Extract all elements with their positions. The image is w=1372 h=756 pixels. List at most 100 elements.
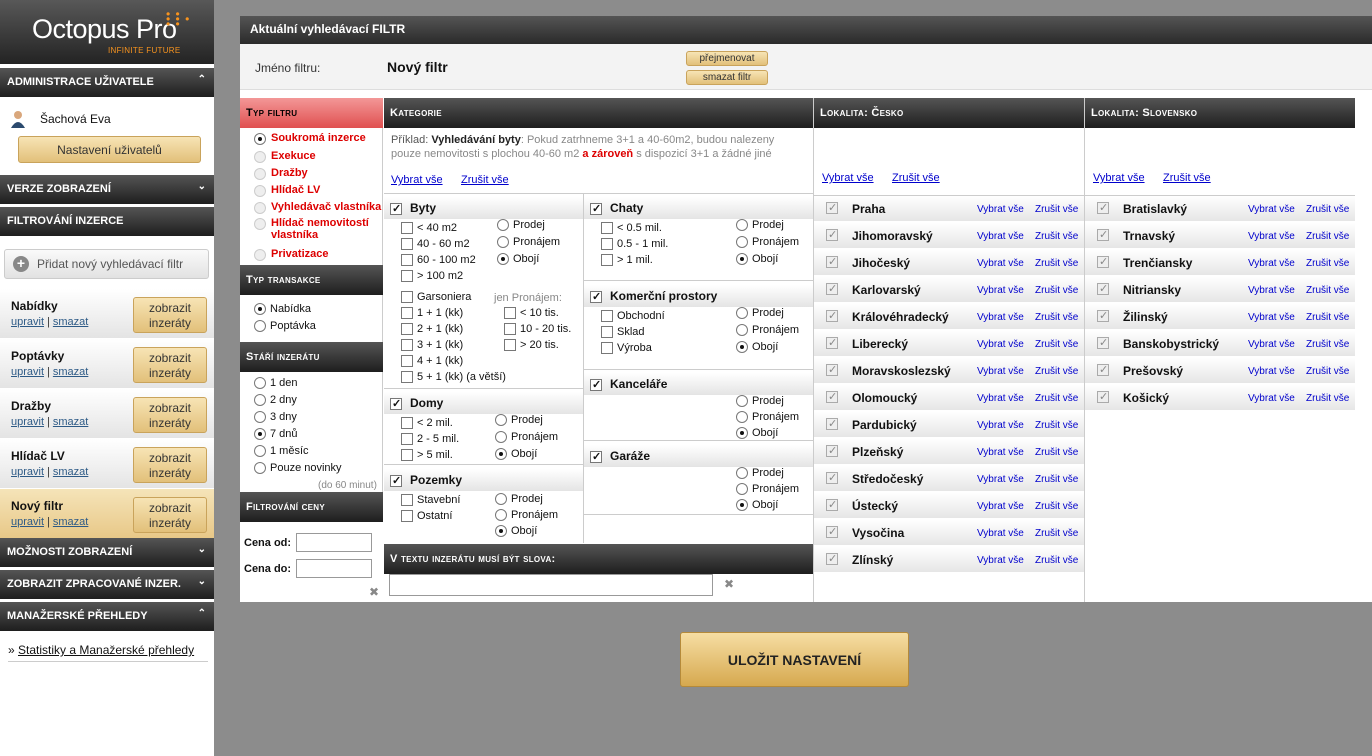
radio-button[interactable] (495, 448, 507, 461)
region-select-all[interactable]: Vybrat vše (977, 393, 1024, 404)
checkbox[interactable] (826, 229, 838, 241)
checkbox[interactable] (1097, 337, 1109, 349)
region-row[interactable]: Moravskoslezský Vybrat vše Zrušit vše (814, 358, 1084, 384)
category-transaction-option[interactable]: Prodej (736, 307, 784, 320)
category-chaty[interactable]: Chaty (584, 197, 813, 219)
category-transaction-option[interactable]: Obojí (495, 525, 537, 538)
categories-select-all[interactable]: Vybrat vše (391, 174, 443, 186)
section-display-options[interactable]: MOŽNOSTI ZOBRAZENÍ ⌄ (0, 538, 214, 567)
age-option[interactable]: 3 dny (254, 411, 297, 424)
region-select-all[interactable]: Vybrat vše (1248, 258, 1295, 269)
category-transaction-option[interactable]: Pronájem (497, 236, 560, 249)
checkbox[interactable] (401, 254, 413, 267)
radio-button[interactable] (254, 462, 266, 475)
region-cancel-all[interactable]: Zrušit vše (1035, 285, 1078, 296)
checkbox[interactable] (390, 397, 402, 410)
region-cancel-all[interactable]: Zrušit vše (1306, 339, 1349, 350)
delete-filter-button[interactable]: smazat filtr (686, 70, 768, 85)
checkbox[interactable] (401, 291, 413, 304)
category-transaction-option[interactable]: Obojí (736, 499, 778, 512)
byty-size-option[interactable]: > 100 m2 (401, 270, 463, 283)
loc-sk-select-all[interactable]: Vybrat vše (1093, 172, 1145, 184)
section-processed[interactable]: ZOBRAZIT ZPRACOVANÉ INZER. ⌄ (0, 570, 214, 599)
rename-button[interactable]: přejmenovat (686, 51, 768, 66)
radio-button[interactable] (254, 411, 266, 424)
region-select-all[interactable]: Vybrat vše (977, 447, 1024, 458)
checkbox[interactable] (826, 472, 838, 484)
region-select-all[interactable]: Vybrat vše (1248, 231, 1295, 242)
edit-filter-link[interactable]: upravit (11, 316, 44, 328)
delete-filter-link[interactable]: smazat (53, 466, 88, 478)
checkbox[interactable] (401, 270, 413, 283)
region-cancel-all[interactable]: Zrušit vše (1306, 393, 1349, 404)
filter-type-option[interactable]: Hlídač nemovitostí vlastníka (254, 217, 382, 241)
transaction-option[interactable]: Nabídka (254, 303, 311, 316)
region-cancel-all[interactable]: Zrušit vše (1035, 366, 1078, 377)
region-select-all[interactable]: Vybrat vše (977, 528, 1024, 539)
checkbox[interactable] (590, 290, 602, 303)
price-to-input[interactable] (296, 559, 372, 578)
chaty-price-option[interactable]: 0.5 - 1 mil. (601, 238, 668, 251)
checkbox[interactable] (401, 510, 413, 523)
edit-filter-link[interactable]: upravit (11, 366, 44, 378)
byty-layout-option[interactable]: 1 + 1 (kk) (401, 307, 463, 320)
category-transaction-option[interactable]: Prodej (736, 467, 784, 480)
checkbox[interactable] (826, 553, 838, 565)
age-option[interactable]: 1 den (254, 377, 298, 390)
category-transaction-option[interactable]: Pronájem (736, 483, 799, 496)
loc-cz-select-all[interactable]: Vybrat vše (822, 172, 874, 184)
region-select-all[interactable]: Vybrat vše (1248, 339, 1295, 350)
category-transaction-option[interactable]: Prodej (736, 219, 784, 232)
region-select-all[interactable]: Vybrat vše (977, 204, 1024, 215)
user-settings-button[interactable]: Nastavení uživatelů (18, 136, 201, 163)
radio-button[interactable] (254, 202, 266, 214)
checkbox[interactable] (590, 202, 602, 215)
byty-rent-option[interactable]: < 10 tis. (504, 307, 559, 320)
komercni-type-option[interactable]: Sklad (601, 326, 645, 339)
byty-layout-option[interactable]: 4 + 1 (kk) (401, 355, 463, 368)
category-byty[interactable]: Byty (384, 197, 583, 219)
checkbox[interactable] (401, 355, 413, 368)
region-cancel-all[interactable]: Zrušit vše (1035, 528, 1078, 539)
checkbox[interactable] (826, 418, 838, 430)
region-cancel-all[interactable]: Zrušit vše (1035, 258, 1078, 269)
region-cancel-all[interactable]: Zrušit vše (1035, 447, 1078, 458)
checkbox[interactable] (826, 202, 838, 214)
radio-button[interactable] (736, 253, 748, 266)
show-listings-button[interactable]: zobrazit inzeráty (133, 397, 207, 433)
radio-button[interactable] (254, 303, 266, 316)
radio-button[interactable] (254, 151, 266, 163)
radio-button[interactable] (736, 307, 748, 320)
radio-button[interactable] (497, 236, 509, 249)
filter-type-option[interactable]: Dražby (254, 167, 382, 180)
checkbox[interactable] (504, 323, 516, 336)
radio-button[interactable] (736, 499, 748, 512)
category-transaction-option[interactable]: Pronájem (736, 411, 799, 424)
price-from-input[interactable] (296, 533, 372, 552)
region-select-all[interactable]: Vybrat vše (977, 339, 1024, 350)
add-filter-button[interactable]: + Přidat nový vyhledávací filtr (4, 249, 209, 279)
edit-filter-link[interactable]: upravit (11, 416, 44, 428)
radio-button[interactable] (736, 236, 748, 249)
komercni-type-option[interactable]: Obchodní (601, 310, 665, 323)
radio-button[interactable] (736, 467, 748, 480)
region-select-all[interactable]: Vybrat vše (977, 555, 1024, 566)
region-select-all[interactable]: Vybrat vše (977, 312, 1024, 323)
clear-price-icon[interactable]: ✖ (369, 585, 379, 599)
edit-filter-link[interactable]: upravit (11, 516, 44, 528)
filter-type-option[interactable]: Hlídač LV (254, 184, 382, 197)
radio-button[interactable] (495, 509, 507, 522)
text-words-input[interactable] (389, 574, 713, 596)
region-select-all[interactable]: Vybrat vše (977, 366, 1024, 377)
region-row[interactable]: Královéhradecký Vybrat vše Zrušit vše (814, 304, 1084, 330)
save-settings-button[interactable]: ULOŽIT NASTAVENÍ (680, 632, 909, 687)
region-select-all[interactable]: Vybrat vše (977, 258, 1024, 269)
byty-layout-option[interactable]: 2 + 1 (kk) (401, 323, 463, 336)
age-option[interactable]: Pouze novinky (254, 462, 342, 475)
region-row[interactable]: Ústecký Vybrat vše Zrušit vše (814, 493, 1084, 519)
checkbox[interactable] (601, 222, 613, 235)
region-row[interactable]: Žilinský Vybrat vše Zrušit vše (1085, 304, 1355, 330)
delete-filter-link[interactable]: smazat (53, 366, 88, 378)
region-select-all[interactable]: Vybrat vše (1248, 204, 1295, 215)
checkbox[interactable] (390, 202, 402, 215)
